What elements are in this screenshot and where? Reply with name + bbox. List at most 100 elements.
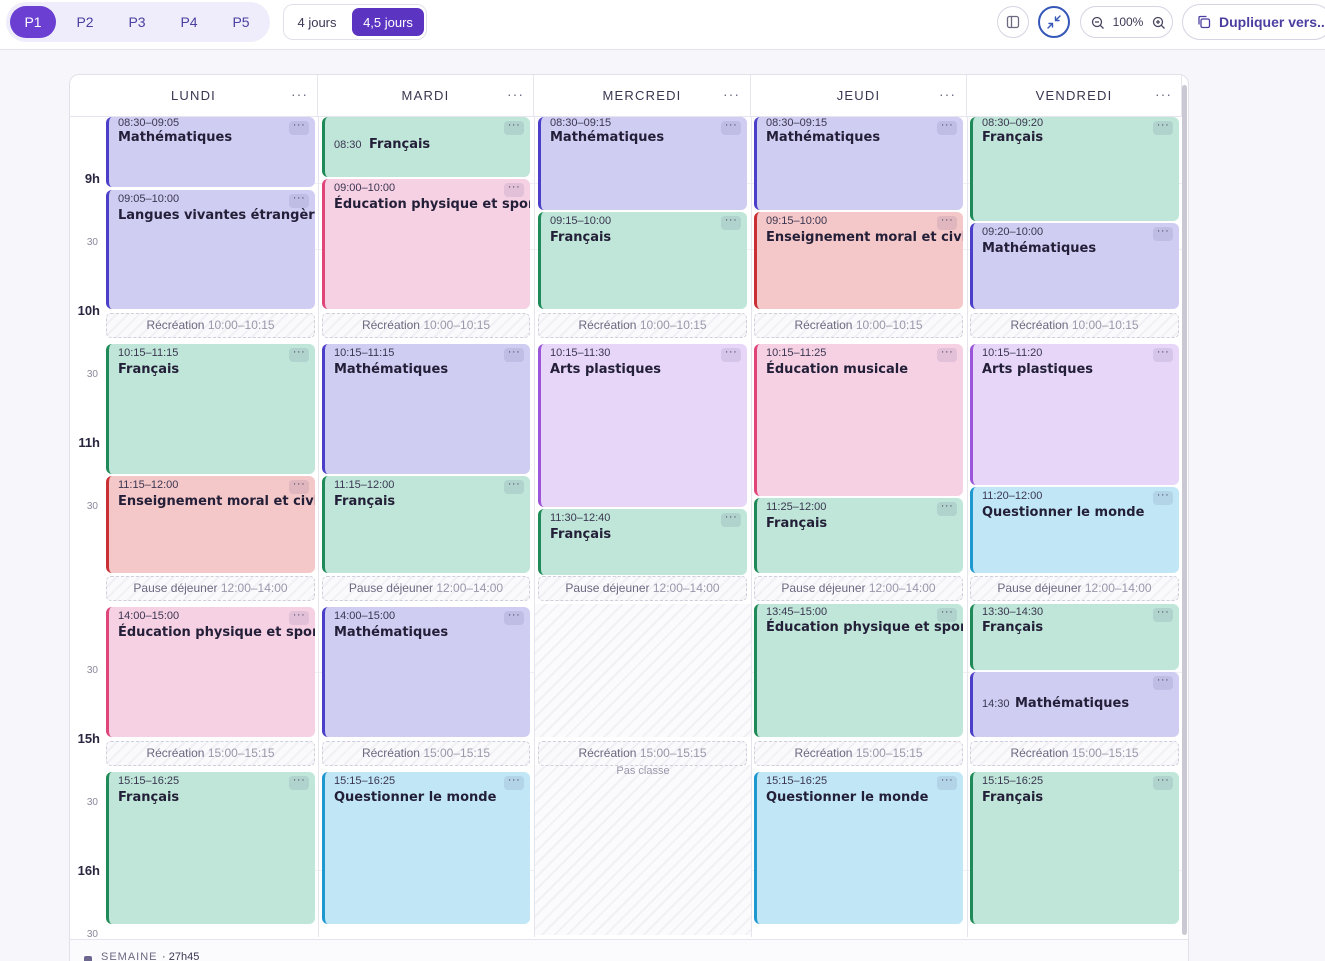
course-block[interactable]: 10:15–11:30 Arts plastiques ···: [538, 344, 747, 507]
course-block[interactable]: 14:00–15:00 Éducation physique et sporti…: [106, 607, 315, 737]
course-time: 14:30: [982, 698, 1010, 710]
course-time: 15:15–16:25: [766, 775, 828, 787]
course-menu-button[interactable]: ···: [721, 347, 741, 362]
course-menu-button[interactable]: ···: [937, 607, 957, 622]
course-block[interactable]: 09:15–10:00 Français ···: [538, 212, 747, 309]
course-block[interactable]: 11:15–12:00 Enseignement moral et civiqu…: [106, 476, 315, 573]
course-menu-button[interactable]: ···: [1153, 226, 1173, 241]
course-block[interactable]: 09:20–10:00 Mathématiques ···: [970, 223, 1179, 309]
break-label: Récréation: [794, 746, 853, 760]
course-time: 08:30–09:15: [550, 117, 612, 129]
sidebar-toggle-button[interactable]: [997, 6, 1029, 38]
course-menu-button[interactable]: ···: [1153, 607, 1173, 622]
course-time: 09:20–10:00: [982, 226, 1044, 238]
day-menu-button[interactable]: ···: [939, 86, 956, 102]
course-block[interactable]: 15:15–16:25 Questionner le monde ···: [322, 772, 530, 924]
course-block[interactable]: 09:00–10:00 Éducation physique et sporti…: [322, 179, 530, 309]
course-time: 08:30–09:05: [118, 117, 180, 129]
day-menu-button[interactable]: ···: [1155, 86, 1172, 102]
course-block[interactable]: 11:25–12:00 Français ···: [754, 498, 963, 573]
course-block[interactable]: 13:45–15:00 Éducation physique et sporti…: [754, 604, 963, 737]
zoom-in-icon[interactable]: [1151, 15, 1167, 31]
course-menu-button[interactable]: ···: [721, 512, 741, 527]
zoom-out-icon[interactable]: [1090, 15, 1106, 31]
course-block[interactable]: 08:30–09:05 Mathématiques ···: [106, 117, 315, 187]
course-menu-button[interactable]: ···: [289, 193, 309, 208]
course-block[interactable]: 15:15–16:25 Français ···: [970, 772, 1179, 924]
course-block[interactable]: 08:30–09:20 Français ···: [970, 117, 1179, 221]
day-menu-button[interactable]: ···: [291, 86, 308, 102]
break-label: Récréation: [578, 746, 637, 760]
course-menu-button[interactable]: ···: [937, 347, 957, 362]
course-block[interactable]: 15:15–16:25 Français ···: [106, 772, 315, 924]
break-label: Récréation: [1010, 746, 1069, 760]
course-menu-button[interactable]: ···: [504, 479, 524, 494]
course-block[interactable]: 10:15–11:15 Mathématiques ···: [322, 344, 530, 474]
course-block[interactable]: 10:15–11:25 Éducation musicale ···: [754, 344, 963, 496]
course-menu-button[interactable]: ···: [1153, 775, 1173, 790]
course-subject: Français: [118, 790, 180, 805]
week-summary-label: SEMAINE: [101, 951, 158, 961]
period-button-p1[interactable]: P1: [10, 6, 56, 38]
break-block: Récréation 15:00–15:15: [322, 741, 530, 766]
course-menu-button[interactable]: ···: [937, 775, 957, 790]
period-button-p4[interactable]: P4: [166, 6, 212, 38]
course-time: 10:15–11:20: [982, 347, 1043, 359]
period-button-p3[interactable]: P3: [114, 6, 160, 38]
day-mode-4-5-days[interactable]: 4,5 jours: [352, 8, 424, 36]
course-menu-button[interactable]: ···: [504, 775, 524, 790]
break-label: Récréation: [794, 318, 853, 332]
course-block[interactable]: 08:30–09:15 Mathématiques ···: [538, 117, 747, 210]
course-block[interactable]: 11:20–12:00 Questionner le monde ···: [970, 487, 1179, 573]
course-block[interactable]: 10:15–11:15 Français ···: [106, 344, 315, 474]
day-header-jeudi: JEUDI: [751, 75, 967, 117]
course-menu-button[interactable]: ···: [289, 347, 309, 362]
course-subject: Français: [550, 527, 612, 542]
course-menu-button[interactable]: ···: [504, 182, 524, 197]
day-menu-button[interactable]: ···: [723, 86, 740, 102]
course-block[interactable]: 09:15–10:00 Enseignement moral et civiqu…: [754, 212, 963, 309]
course-menu-button[interactable]: ···: [289, 610, 309, 625]
course-menu-button[interactable]: ···: [937, 120, 957, 135]
course-menu-button[interactable]: ···: [937, 215, 957, 230]
course-menu-button[interactable]: ···: [937, 501, 957, 516]
sidebar-panel-icon: [1006, 15, 1020, 29]
course-block[interactable]: 11:30–12:40 Français ···: [538, 509, 747, 575]
day-mode-4-days[interactable]: 4 jours: [288, 8, 346, 36]
course-menu-button[interactable]: ···: [289, 775, 309, 790]
course-block[interactable]: 08:30 Français ···: [322, 117, 530, 177]
course-menu-button[interactable]: ···: [1153, 347, 1173, 362]
course-block[interactable]: 15:15–16:25 Questionner le monde ···: [754, 772, 963, 924]
week-total-hours: · 27h45: [162, 951, 200, 961]
vertical-scrollbar[interactable]: [1182, 85, 1187, 935]
course-block[interactable]: 14:30 Mathématiques ···: [970, 672, 1179, 737]
break-time: 10:00–10:15: [423, 318, 491, 332]
course-block[interactable]: 13:30–14:30 Français ···: [970, 604, 1179, 670]
course-menu-button[interactable]: ···: [1153, 675, 1173, 690]
period-button-p5[interactable]: P5: [218, 6, 264, 38]
course-menu-button[interactable]: ···: [504, 610, 524, 625]
course-menu-button[interactable]: ···: [289, 479, 309, 494]
course-menu-button[interactable]: ···: [504, 347, 524, 362]
course-menu-button[interactable]: ···: [721, 120, 741, 135]
course-menu-button[interactable]: ···: [289, 120, 309, 135]
course-block[interactable]: 10:15–11:20 Arts plastiques ···: [970, 344, 1179, 485]
duplicate-button[interactable]: Dupliquer vers...: [1182, 4, 1325, 40]
half-hour-label: 30: [86, 665, 98, 676]
course-menu-button[interactable]: ···: [1153, 120, 1173, 135]
day-header-vendredi: VENDREDI: [967, 75, 1182, 117]
course-menu-button[interactable]: ···: [1153, 490, 1173, 505]
course-block[interactable]: 09:05–10:00 Langues vivantes étrangères …: [106, 190, 315, 309]
compact-view-button[interactable]: [1038, 6, 1070, 38]
hour-label: 11h: [78, 435, 100, 450]
break-time: 15:00–15:15: [423, 746, 491, 760]
lunch-break-block: Pause déjeuner 12:00–14:00: [106, 576, 315, 601]
course-block[interactable]: 11:15–12:00 Français ···: [322, 476, 530, 573]
break-time: 12:00–14:00: [1084, 581, 1152, 595]
period-button-p2[interactable]: P2: [62, 6, 108, 38]
course-block[interactable]: 14:00–15:00 Mathématiques ···: [322, 607, 530, 737]
course-block[interactable]: 08:30–09:15 Mathématiques ···: [754, 117, 963, 210]
course-menu-button[interactable]: ···: [721, 215, 741, 230]
day-menu-button[interactable]: ···: [507, 86, 524, 102]
course-menu-button[interactable]: ···: [504, 120, 524, 135]
